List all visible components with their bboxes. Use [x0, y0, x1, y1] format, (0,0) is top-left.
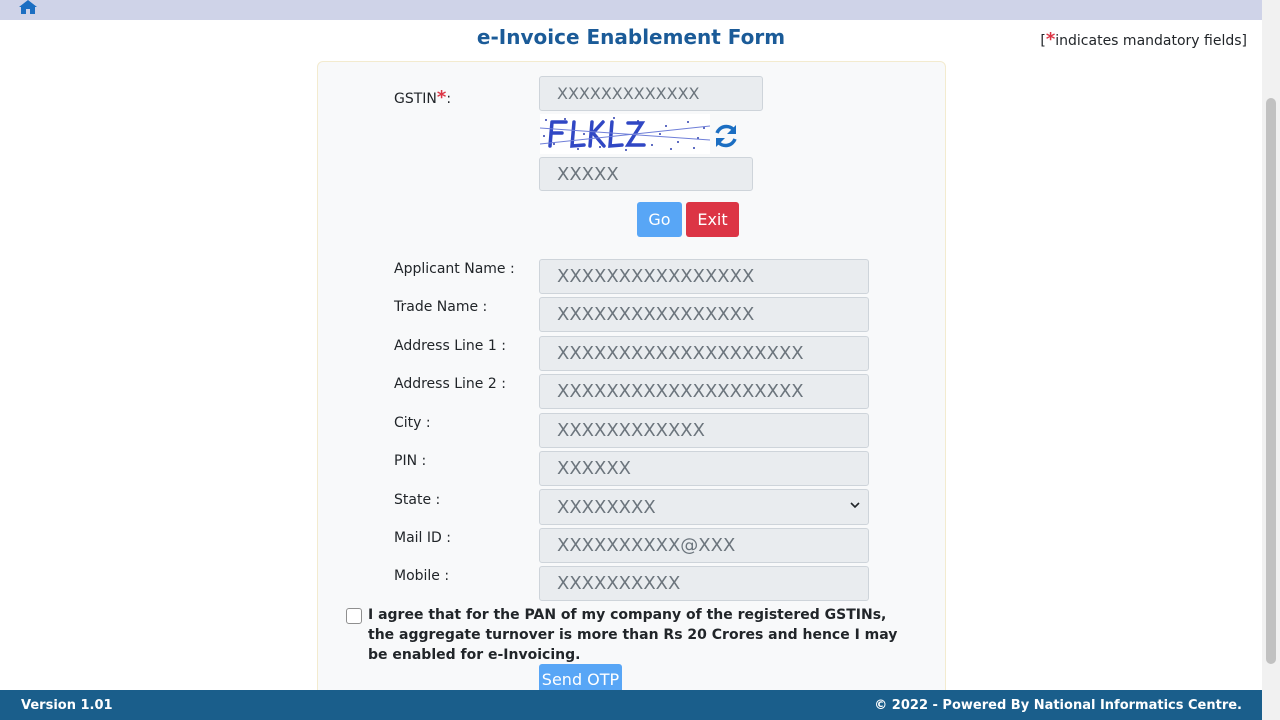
state-select[interactable]: XXXXXXXX [539, 489, 869, 525]
address-line-2-value: XXXXXXXXXXXXXXXXXXXX [557, 381, 804, 402]
gstin-input-value: XXXXXXXXXXXXX [557, 84, 700, 103]
pin-value: XXXXXX [557, 458, 631, 479]
trade-name-value: XXXXXXXXXXXXXXXX [557, 304, 755, 325]
pin-label: PIN : [394, 453, 427, 469]
mandatory-note-text: indicates mandatory fields [1055, 33, 1242, 49]
city-input[interactable]: XXXXXXXXXXXX [539, 413, 869, 448]
exit-button[interactable]: Exit [686, 202, 739, 237]
gstin-required-star: * [436, 87, 447, 108]
address-line-1-label: Address Line 1 : [394, 338, 506, 354]
mobile-label: Mobile : [394, 568, 450, 584]
state-label: State : [394, 492, 441, 508]
gstin-input[interactable]: XXXXXXXXXXXXX [539, 76, 763, 111]
gstin-colon: : [446, 91, 452, 107]
trade-name-label: Trade Name : [394, 299, 488, 315]
chevron-down-icon [850, 502, 860, 509]
mail-id-label: Mail ID : [394, 530, 451, 546]
applicant-name-label: Applicant Name : [394, 261, 515, 277]
refresh-icon[interactable] [712, 122, 740, 150]
address-line-2-input[interactable]: XXXXXXXXXXXXXXXXXXXX [539, 374, 869, 409]
required-star: * [1045, 29, 1056, 50]
address-line-2-label: Address Line 2 : [394, 376, 506, 392]
mail-id-value: XXXXXXXXXX@XXX [557, 535, 736, 556]
trade-name-input[interactable]: XXXXXXXXXXXXXXXX [539, 297, 869, 332]
city-label: City : [394, 415, 431, 431]
captcha-image [540, 114, 710, 154]
vertical-scrollbar[interactable] [1262, 0, 1280, 720]
pin-input[interactable]: XXXXXX [539, 451, 869, 486]
go-button[interactable]: Go [637, 202, 682, 237]
mail-id-input[interactable]: XXXXXXXXXX@XXX [539, 528, 869, 563]
scrollbar-thumb[interactable] [1266, 98, 1276, 664]
gstin-label: GSTIN*: [394, 87, 451, 108]
state-selected-value: XXXXXXXX [557, 496, 656, 518]
top-bar [0, 0, 1262, 20]
city-value: XXXXXXXXXXXX [557, 420, 705, 441]
home-icon[interactable] [19, 0, 37, 14]
address-line-1-input[interactable]: XXXXXXXXXXXXXXXXXXXX [539, 336, 869, 371]
captcha-input[interactable]: XXXXX [539, 157, 753, 191]
captcha-input-value: XXXXX [557, 163, 619, 185]
footer: Version 1.01 © 2022 - Powered By Nationa… [0, 690, 1262, 720]
version-text: Version 1.01 [21, 698, 113, 713]
address-line-1-value: XXXXXXXXXXXXXXXXXXXX [557, 343, 804, 364]
mandatory-fields-note: [*indicates mandatory fields] [1040, 29, 1247, 50]
agree-checkbox[interactable] [346, 608, 362, 624]
gstin-label-text: GSTIN [394, 91, 437, 107]
agree-text: I agree that for the PAN of my company o… [368, 607, 898, 663]
copyright-text: © 2022 - Powered By National Informatics… [874, 698, 1242, 713]
applicant-name-input[interactable]: XXXXXXXXXXXXXXXX [539, 259, 869, 294]
mobile-value: XXXXXXXXXX [557, 573, 681, 594]
applicant-name-value: XXXXXXXXXXXXXXXX [557, 266, 755, 287]
mobile-input[interactable]: XXXXXXXXXX [539, 566, 869, 601]
